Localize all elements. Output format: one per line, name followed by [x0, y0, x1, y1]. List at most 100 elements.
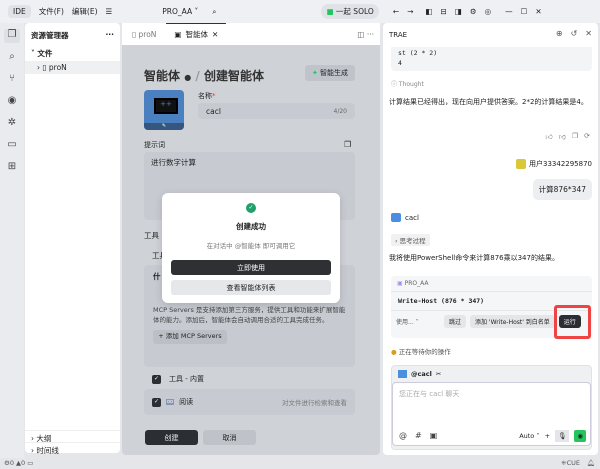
create-button[interactable]: 创建: [145, 430, 198, 445]
menu-edit[interactable]: 编辑(E): [72, 6, 98, 17]
settings-icon[interactable]: ⚙: [470, 7, 477, 16]
use-now-button[interactable]: 立即使用: [171, 260, 331, 275]
preview-icon[interactable]: ◉: [4, 95, 20, 109]
breadcrumb-root[interactable]: 智能体: [144, 69, 180, 83]
name-count: 4/20: [333, 107, 347, 115]
cue-status[interactable]: ⁜CUE: [561, 459, 580, 467]
more-icon[interactable]: ···: [105, 30, 114, 41]
menu-file[interactable]: 文件(F): [39, 6, 64, 17]
layout-bottom-icon[interactable]: ⊟: [440, 7, 446, 16]
thumbs-down-icon[interactable]: 👎︎: [559, 132, 566, 141]
tab-proN[interactable]: ▯ proN: [122, 30, 166, 39]
skip-button[interactable]: 跳过: [444, 315, 467, 328]
model-select[interactable]: Auto ˅: [519, 432, 539, 440]
search-icon[interactable]: ⌕: [212, 7, 216, 17]
add-icon[interactable]: +: [545, 432, 550, 440]
hashtag-icon[interactable]: #: [415, 431, 422, 440]
split-editor-icon[interactable]: ◫: [357, 30, 364, 39]
close-window-icon[interactable]: ✕: [535, 7, 541, 16]
tools-label: 工具: [144, 231, 159, 240]
hamburger-icon[interactable]: ☰: [106, 7, 113, 16]
agent-message: 我将使用PowerShell命令来计算876乘以347的结果。: [389, 254, 559, 262]
maximize-icon[interactable]: ☐: [521, 7, 528, 16]
forward-icon[interactable]: →: [407, 7, 413, 16]
builtin-checkbox[interactable]: ✓: [152, 374, 161, 384]
modal-title: 创建成功: [236, 222, 266, 231]
read-icon: oo: [166, 399, 175, 405]
minimize-icon[interactable]: —: [505, 7, 513, 16]
file-item[interactable]: › ▯ proN: [25, 61, 120, 74]
unlink-icon[interactable]: ✂: [436, 370, 441, 378]
extensions-icon[interactable]: ⊞: [4, 161, 20, 175]
use-mode-label: 使用...: [396, 319, 414, 326]
chat-input-box: @cacl ✂ 您正在与 cacl 聊天 @ # ▣ Auto ˅ + 🎙︎ ◉: [391, 365, 592, 450]
modal-description: 在对话中 @智能体 即可调用它: [206, 242, 296, 250]
use-now-label: 立即使用: [237, 263, 265, 272]
solo-button[interactable]: ■ 一起 SOLO: [321, 4, 379, 19]
breadcrumb: 智能体 ● / 创建智能体: [144, 69, 264, 83]
folder-item[interactable]: ˅ 文件: [25, 48, 120, 59]
search-files-icon[interactable]: ⌕: [4, 51, 20, 65]
edit-avatar-icon[interactable]: ✎: [144, 123, 184, 130]
thumbs-up-icon[interactable]: 👍︎: [545, 132, 552, 141]
agent-avatar: [391, 213, 401, 222]
back-icon[interactable]: ←: [393, 7, 399, 16]
read-checkbox[interactable]: ✓: [152, 397, 161, 407]
code-output: st (2 * 2) 4: [391, 47, 592, 71]
timeline-label: 时间线: [36, 446, 59, 455]
mic-icon[interactable]: 🎙︎: [555, 430, 570, 442]
layout-right-icon[interactable]: ◨: [455, 7, 462, 16]
view-agents-button[interactable]: 查看智能体列表: [171, 280, 331, 295]
whitelist-button[interactable]: 添加 'Write-Host' 到白名单: [470, 315, 555, 328]
regenerate-icon[interactable]: ⟳: [584, 132, 590, 141]
smart-generate-label: 智能生成: [320, 69, 349, 77]
close-panel-icon[interactable]: ✕: [585, 29, 592, 38]
skip-label: 跳过: [449, 319, 462, 326]
problems-status[interactable]: ⚙0 ▲0 ▭: [4, 459, 33, 467]
cue-label: CUE: [566, 459, 580, 467]
thought-toggle[interactable]: ⓘ Thought: [391, 79, 424, 88]
timeline-section[interactable]: › 时间线: [25, 442, 120, 458]
prompt-label: 提示词: [144, 141, 165, 149]
cancel-button[interactable]: 取消: [203, 430, 256, 445]
layout-left-icon[interactable]: ◧: [425, 7, 432, 16]
debug-icon[interactable]: ✲: [4, 117, 20, 131]
send-button[interactable]: ◉: [574, 430, 586, 442]
more-icon[interactable]: ···: [367, 30, 374, 39]
title-bar: IDE 文件(F) 编辑(E) ☰ PRO_AA ˅ ⌕ ■ 一起 SOLO ←…: [0, 0, 600, 23]
explorer-icon[interactable]: ❐: [4, 29, 20, 43]
copy-icon[interactable]: ❐: [572, 132, 578, 141]
new-chat-icon[interactable]: ⊕: [556, 29, 563, 38]
notification-icon[interactable]: 🔔︎: [587, 459, 595, 467]
assistant-message: 计算结果已经得出，现在向用户提供答案。2*2的计算结果是4。: [389, 98, 588, 106]
remote-icon[interactable]: ▭: [4, 139, 20, 153]
smart-generate-button[interactable]: ✦ 智能生成: [305, 65, 355, 81]
ide-toggle[interactable]: IDE: [8, 5, 31, 18]
explorer-sidebar: 资源管理器 ··· ˅ 文件 › ▯ proN › 大纲 › 时间线: [25, 23, 120, 455]
terminal-title: PRO_AA: [404, 280, 429, 287]
waiting-status: ● 正在等待你的操作: [391, 346, 451, 356]
thinking-toggle[interactable]: › 思考过程: [391, 234, 430, 246]
name-input[interactable]: cacl 4/20: [198, 103, 355, 119]
user-message-text: 计算876*347: [538, 185, 586, 194]
use-mode-select[interactable]: 使用... ˅: [396, 317, 440, 326]
prompt-value: 进行数字计算: [151, 158, 196, 167]
source-control-icon[interactable]: ⑂: [4, 73, 20, 87]
tab-agent[interactable]: ▣ 智能体 ✕: [166, 23, 227, 45]
chat-input[interactable]: 您正在与 cacl 聊天 @ # ▣ Auto ˅ + 🎙︎ ◉: [392, 382, 591, 446]
add-mcp-button[interactable]: + 添加 MCP Servers: [153, 330, 227, 344]
agent-avatar[interactable]: ++ ✎: [144, 90, 184, 130]
waiting-icon: ●: [391, 348, 397, 356]
project-selector[interactable]: PRO_AA ˅: [162, 7, 198, 16]
builtin-label: 工具 - 内置: [169, 375, 204, 383]
close-tab-icon[interactable]: ✕: [212, 30, 218, 39]
sparkle-icon: ✦: [311, 69, 318, 77]
copy-icon[interactable]: ❐: [344, 140, 351, 149]
history-icon[interactable]: ↺: [571, 29, 578, 38]
user-avatar: [516, 159, 526, 169]
mention-icon[interactable]: @: [399, 431, 407, 440]
add-mcp-label: 添加 MCP Servers: [165, 332, 222, 341]
image-icon[interactable]: ▣: [430, 431, 438, 440]
account-icon[interactable]: ◎: [485, 7, 492, 16]
sidebar-title: 资源管理器: [31, 31, 69, 40]
